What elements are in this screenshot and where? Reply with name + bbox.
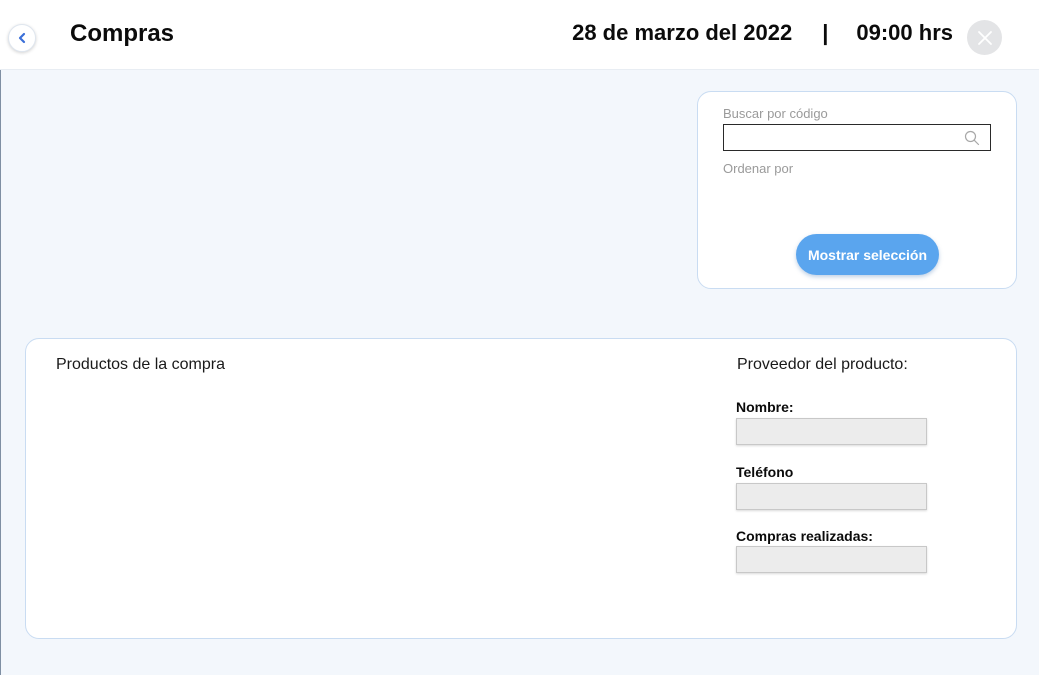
- search-icon: [964, 130, 980, 146]
- back-button[interactable]: [8, 24, 36, 52]
- search-label: Buscar por código: [723, 106, 828, 121]
- purchases-made-label: Compras realizadas:: [736, 528, 873, 544]
- date-time-display: 28 de marzo del 2022 | 09:00 hrs: [572, 20, 953, 46]
- app-header: Compras 28 de marzo del 2022 | 09:00 hrs: [0, 0, 1039, 70]
- purchase-products-panel: Productos de la compra Proveedor del pro…: [25, 338, 1017, 639]
- close-icon: [977, 30, 992, 45]
- products-title: Productos de la compra: [56, 356, 225, 373]
- chevron-left-icon: [18, 32, 26, 44]
- current-time: 09:00 hrs: [856, 20, 953, 45]
- purchases-made-field[interactable]: [736, 546, 927, 573]
- provider-name-label: Nombre:: [736, 399, 794, 415]
- search-input[interactable]: [724, 125, 990, 150]
- sort-by-label: Ordenar por: [723, 161, 794, 176]
- show-selection-button[interactable]: Mostrar selección: [796, 234, 939, 275]
- provider-phone-label: Teléfono: [736, 464, 794, 480]
- search-panel: Buscar por código Ordenar por Mostrar se…: [697, 91, 1017, 289]
- left-edge-divider: [0, 70, 1, 675]
- provider-name-field[interactable]: [736, 418, 927, 445]
- provider-phone-field[interactable]: [736, 483, 927, 510]
- provider-title: Proveedor del producto:: [737, 356, 908, 373]
- current-date: 28 de marzo del 2022: [572, 20, 793, 45]
- date-time-separator: |: [822, 20, 829, 45]
- search-field[interactable]: [723, 124, 991, 151]
- close-button[interactable]: [967, 20, 1002, 55]
- page-title: Compras: [70, 20, 175, 47]
